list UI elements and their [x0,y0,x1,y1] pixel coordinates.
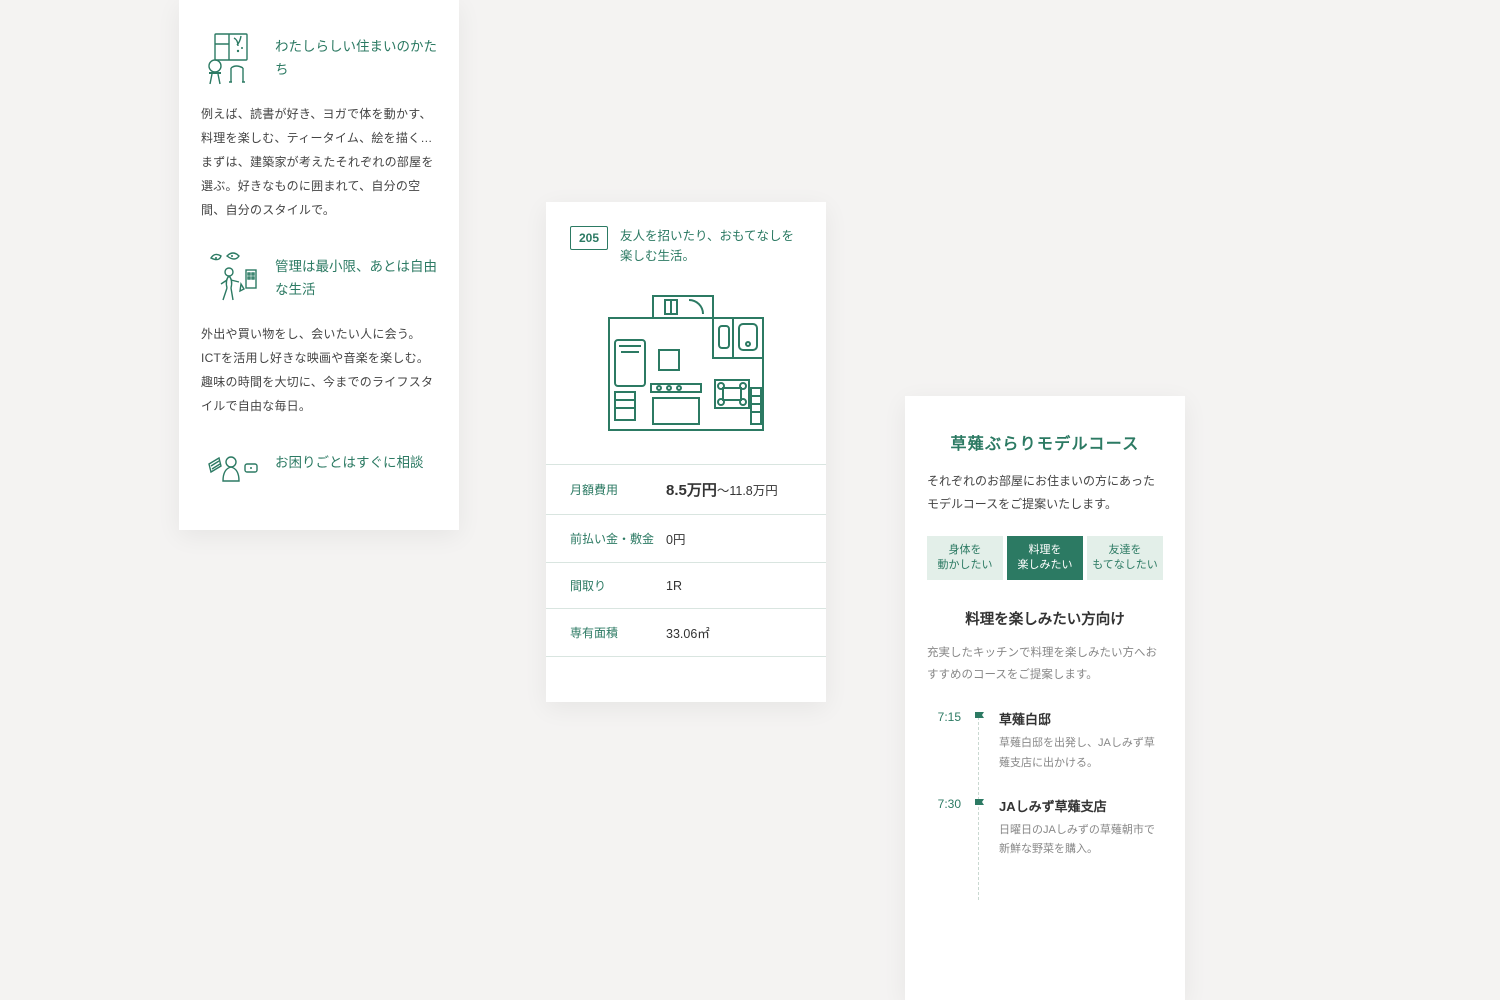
tab-cooking[interactable]: 料理を楽しみたい [1007,536,1083,581]
section-1-head: わたしらしい住まいのかたち [201,28,437,88]
tab-exercise[interactable]: 身体を動かしたい [927,536,1003,581]
walking-person-icon [201,248,261,308]
table-row: 間取り 1R [546,563,826,609]
course-sublead: 充実したキッチンで料理を楽しみたい方へおすすめのコースをご提案します。 [927,643,1163,687]
step-time: 7:30 [931,796,961,861]
course-title: 草薙ぶらりモデルコース [927,430,1163,454]
section-1-body: 例えば、読書が好き、ヨガで体を動かす、料理を楽しむ、ティータイム、絵を描く…まず… [201,102,437,222]
step-title: 草薙白邸 [999,709,1163,728]
section-1-title: わたしらしい住まいのかたち [275,28,437,82]
row-label: 月額費用 [570,481,666,498]
room-head: 205 友人を招いたり、おもてなしを楽しむ生活。 [546,202,826,266]
course-subtitle: 料理を楽しみたい方向け [927,608,1163,629]
course-tabs: 身体を動かしたい 料理を楽しみたい 友達をもてなしたい [927,536,1163,581]
section-2-title: 管理は最小限、あとは自由な生活 [275,248,437,302]
flag-icon [973,796,987,861]
row-label: 間取り [570,577,666,594]
timeline-step: 7:15 草薙白邸 草薙白邸を出発し、JAしみず草薙支店に出かける。 [931,709,1163,774]
step-desc: 草薙白邸を出発し、JAしみず草薙支店に出かける。 [999,734,1163,774]
room-number-badge: 205 [570,226,608,250]
table-row: 専有面積 33.06㎡ [546,609,826,657]
lifestyle-card: わたしらしい住まいのかたち 例えば、読書が好き、ヨガで体を動かす、料理を楽しむ、… [179,0,459,530]
course-lead: それぞれのお部屋にお住まいの方にあったモデルコースをご提案いたします。 [927,470,1163,516]
row-label: 専有面積 [570,624,666,641]
section-2-head: 管理は最小限、あとは自由な生活 [201,248,437,308]
room-detail-card: 205 友人を招いたり、おもてなしを楽しむ生活。 [546,202,826,702]
consult-person-icon [201,444,261,504]
section-2-body: 外出や買い物をし、会いたい人に会う。ICTを活用し好きな映画や音楽を楽しむ。趣味… [201,322,437,418]
step-desc: 日曜日のJAしみずの草薙朝市で新鮮な野菜を購入。 [999,821,1163,861]
row-value: 8.5万円〜11.8万円 [666,479,778,500]
timeline: 7:15 草薙白邸 草薙白邸を出発し、JAしみず草薙支店に出かける。 7:30 … [927,709,1163,860]
room-decor-icon [201,28,261,88]
room-lead: 友人を招いたり、おもてなしを楽しむ生活。 [620,226,802,266]
flag-icon [973,709,987,774]
section-3-head: お困りごとはすぐに相談 [201,444,437,504]
spec-table: 月額費用 8.5万円〜11.8万円 前払い金・敷金 0円 間取り 1R 専有面積… [546,464,826,657]
row-value: 0円 [666,529,685,548]
step-title: JAしみず草薙支店 [999,796,1163,815]
model-course-card: 草薙ぶらりモデルコース それぞれのお部屋にお住まいの方にあったモデルコースをご提… [905,396,1185,1000]
timeline-step: 7:30 JAしみず草薙支店 日曜日のJAしみずの草薙朝市で新鮮な野菜を購入。 [931,796,1163,861]
table-row: 月額費用 8.5万円〜11.8万円 [546,465,826,515]
table-row: 前払い金・敷金 0円 [546,515,826,563]
tab-hospitality[interactable]: 友達をもてなしたい [1087,536,1163,581]
row-label: 前払い金・敷金 [570,530,666,547]
floor-plan-icon [546,266,826,464]
section-3-title: お困りごとはすぐに相談 [275,444,424,475]
step-time: 7:15 [931,709,961,774]
row-value: 1R [666,579,682,593]
row-value: 33.06㎡ [666,623,710,642]
